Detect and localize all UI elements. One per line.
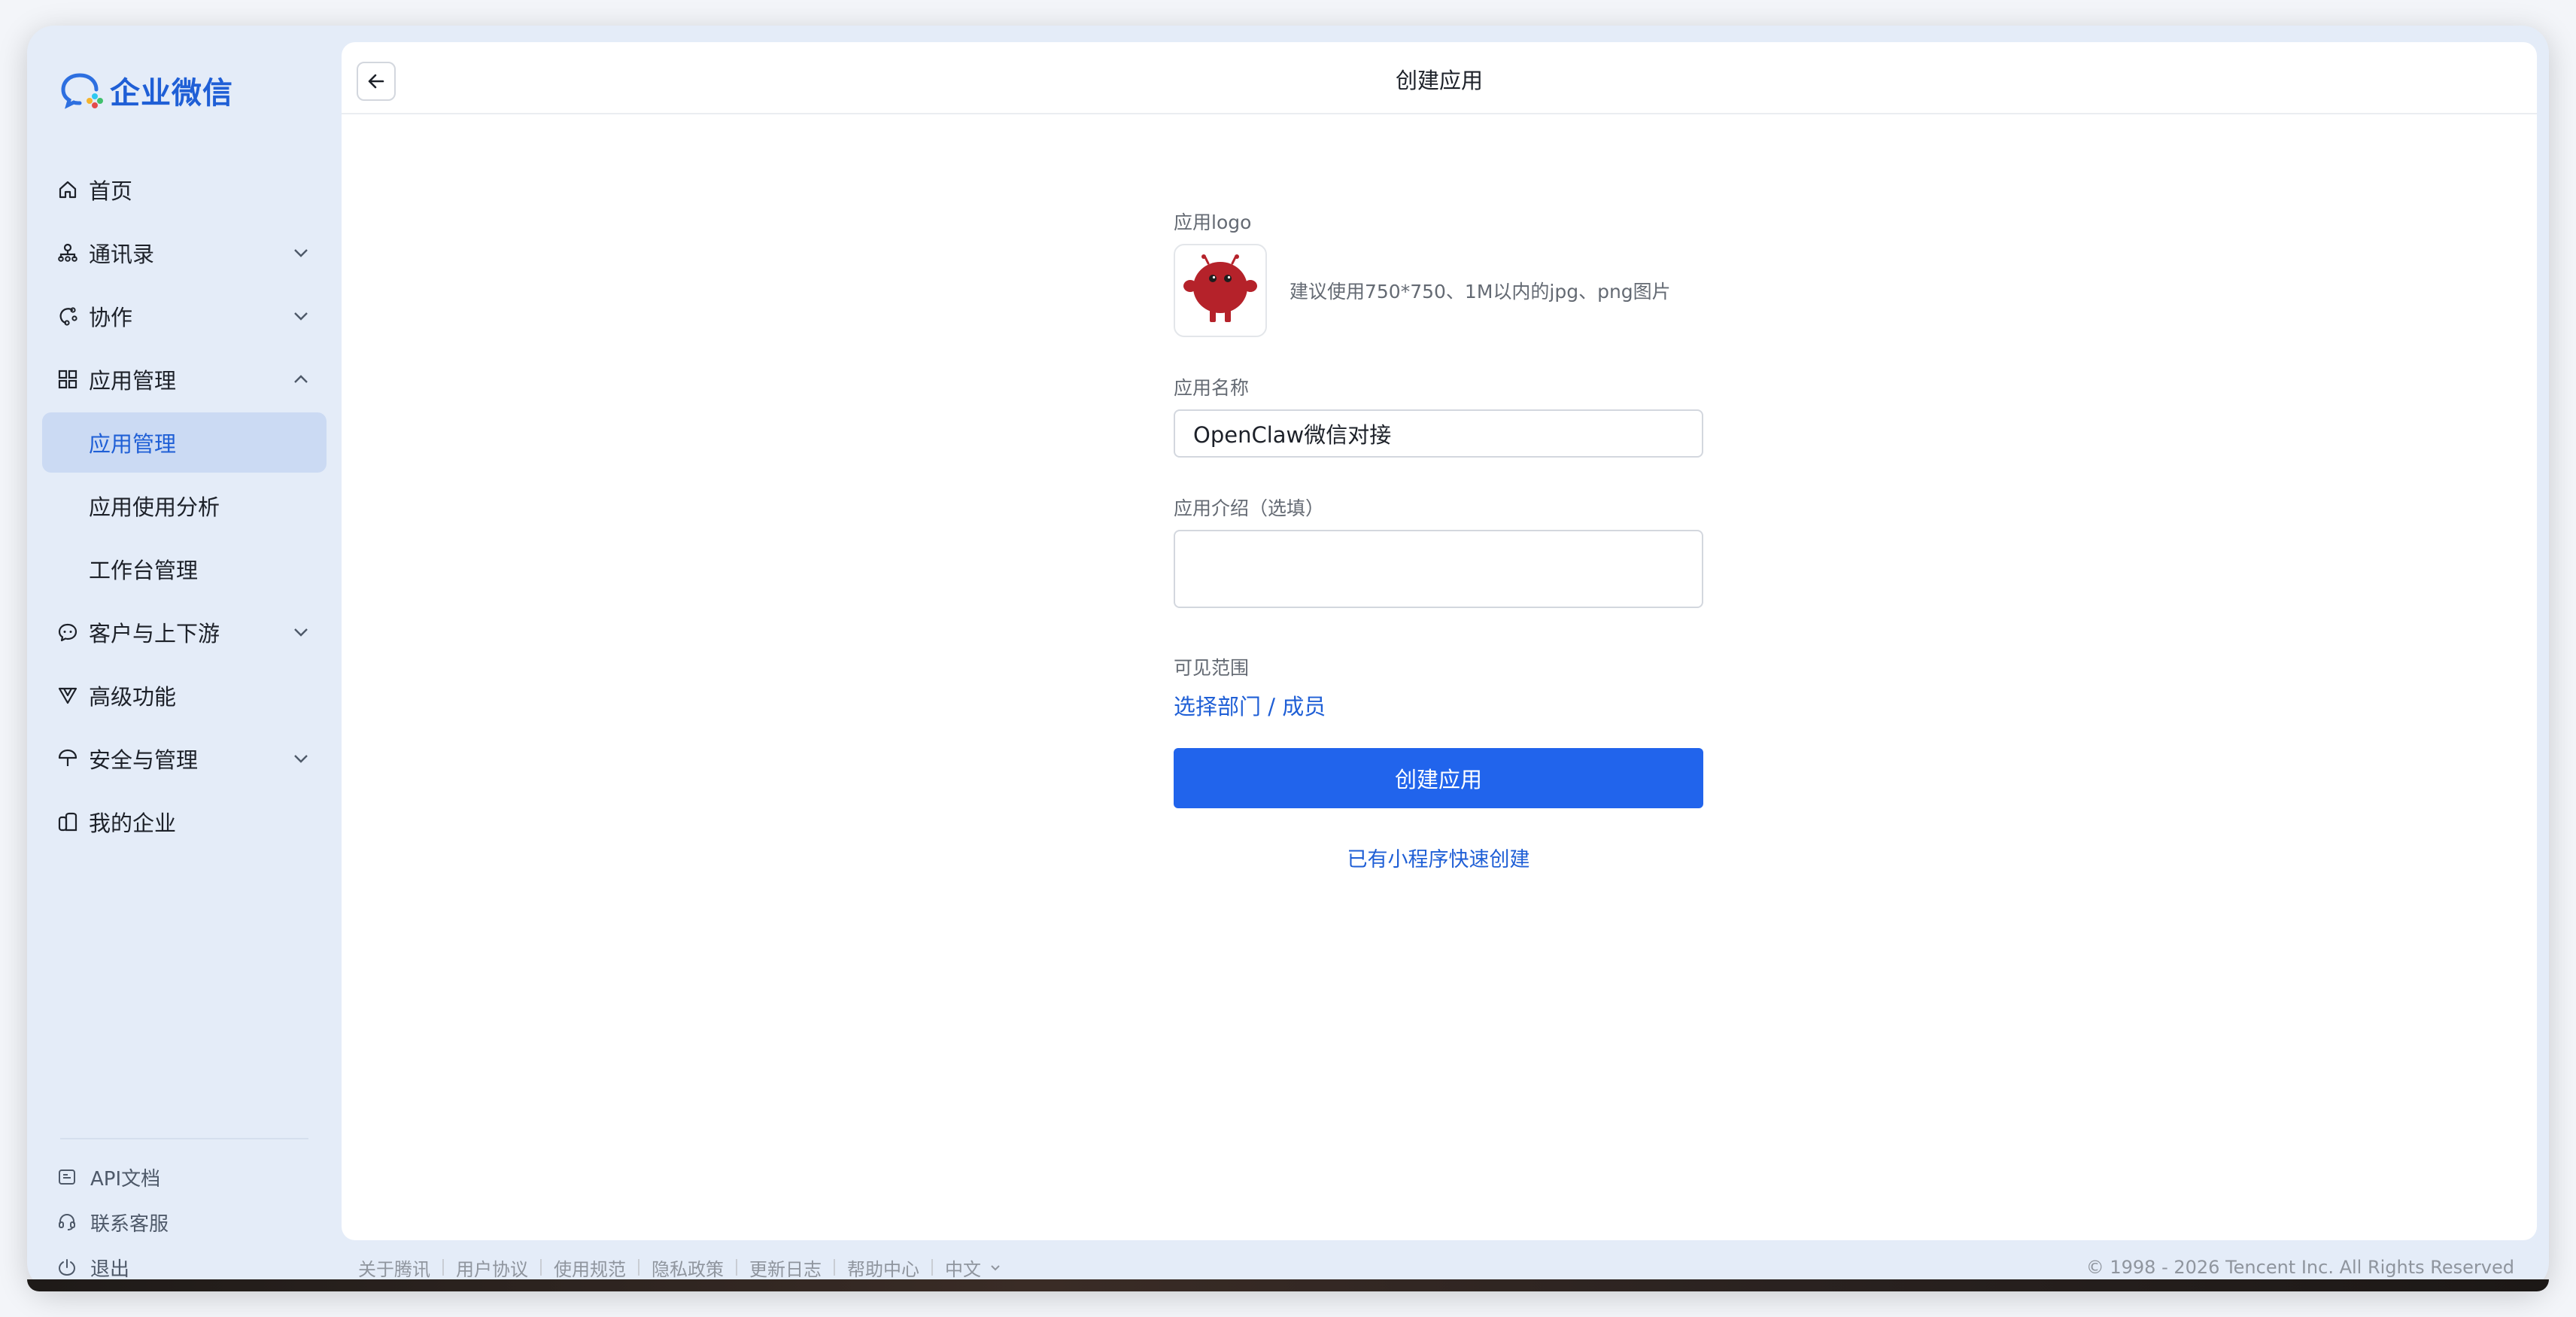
main-panel: 创建应用 应用logo 建议使用750*750、1M以内的jpg、png图片 应… [342, 42, 2537, 1240]
footer-link-user-agreement[interactable]: 用户协议 [456, 1255, 528, 1281]
org-chart-icon [58, 243, 77, 262]
sidebar-subitem-app-usage-analysis[interactable]: 应用使用分析 [42, 476, 327, 536]
contact-support-label: 联系客服 [90, 1212, 169, 1236]
intro-field-label: 应用介绍（选填） [1174, 497, 1325, 519]
footer-link-about[interactable]: 关于腾讯 [358, 1255, 430, 1281]
footer-link-help-center[interactable]: 帮助中心 [847, 1255, 919, 1281]
quick-create-from-miniprogram-link[interactable]: 已有小程序快速创建 [1174, 843, 1703, 872]
chat-bubble-icon [58, 623, 77, 642]
create-app-button[interactable]: 创建应用 [1174, 748, 1703, 808]
sidebar-item-contacts[interactable]: 通讯录 [42, 223, 327, 283]
chevron-down-icon [294, 755, 308, 763]
sidebar-footer: API文档 联系客服 退出 [57, 1154, 313, 1290]
footer-separator [834, 1259, 835, 1276]
page-header: 创建应用 [342, 42, 2537, 114]
sidebar-item-advanced[interactable]: 高级功能 [42, 665, 327, 725]
footer-separator [638, 1259, 639, 1276]
umbrella-icon [58, 749, 77, 766]
sidebar-item-label: 我的企业 [89, 811, 177, 836]
footer-link-usage-policy[interactable]: 使用规范 [554, 1255, 626, 1281]
headset-icon [59, 1213, 75, 1230]
chevron-down-icon [991, 1265, 1000, 1271]
sidebar-item-label: 首页 [89, 178, 133, 204]
sidebar-item-label: 通讯录 [89, 242, 155, 267]
api-docs-link[interactable]: API文档 [57, 1154, 313, 1200]
apps-grid-icon [58, 370, 77, 389]
brand-name: 企业微信 [110, 76, 233, 111]
chevron-up-icon [294, 375, 308, 383]
footer-link-privacy[interactable]: 隐私政策 [652, 1255, 724, 1281]
app-name-input[interactable]: OpenClaw微信对接 [1174, 409, 1703, 458]
create-app-form: 应用logo 建议使用750*750、1M以内的jpg、png图片 应用名称 O… [1174, 208, 1703, 872]
sidebar-item-label: 应用使用分析 [89, 494, 220, 520]
logo-row: 建议使用750*750、1M以内的jpg、png图片 [1174, 244, 1703, 337]
sidebar-subitem-workbench-management[interactable]: 工作台管理 [42, 539, 327, 599]
logout-label: 退出 [90, 1258, 130, 1281]
visibility-field-label: 可见范围 [1174, 657, 1250, 679]
contact-support-link[interactable]: 联系客服 [57, 1200, 313, 1245]
collaboration-icon [59, 307, 77, 326]
app-window: 企业微信 首页 通讯录 协作 应用管理 应用管理 应用使用分析 工作台管理 客户… [27, 26, 2549, 1290]
building-icon [58, 812, 77, 832]
app-logo-upload[interactable] [1174, 244, 1267, 337]
sidebar-item-label: 应用管理 [89, 431, 177, 457]
footer-separator [540, 1259, 542, 1276]
sidebar: 企业微信 首页 通讯录 协作 应用管理 应用管理 应用使用分析 工作台管理 客户… [27, 26, 342, 1290]
footer-separator [442, 1259, 444, 1276]
footer-link-changelog[interactable]: 更新日志 [749, 1255, 822, 1281]
page-title: 创建应用 [1395, 68, 1483, 93]
document-icon [59, 1169, 75, 1185]
brand-logo[interactable]: 企业微信 [59, 68, 233, 113]
footer-links: 关于腾讯 用户协议 使用规范 隐私政策 更新日志 帮助中心 中文 [358, 1255, 1002, 1281]
sidebar-item-home[interactable]: 首页 [42, 160, 327, 220]
language-selector[interactable]: 中文 [945, 1255, 1002, 1281]
logo-hint: 建议使用750*750、1M以内的jpg、png图片 [1290, 281, 1671, 303]
footer-separator [931, 1259, 933, 1276]
sidebar-divider [60, 1138, 308, 1139]
wecom-logo-icon [61, 73, 103, 109]
logo-field-label: 应用logo [1174, 211, 1252, 233]
sidebar-item-collaboration[interactable]: 协作 [42, 286, 327, 346]
sidebar-nav: 首页 通讯录 协作 应用管理 应用管理 应用使用分析 工作台管理 客户与上下游 … [42, 160, 327, 855]
api-docs-label: API文档 [90, 1167, 161, 1191]
chevron-down-icon [294, 628, 308, 637]
sidebar-item-customers[interactable]: 客户与上下游 [42, 602, 327, 662]
desktop-background-strip [27, 1279, 2549, 1291]
sidebar-item-label: 工作台管理 [89, 558, 199, 583]
chevron-down-icon [294, 312, 308, 321]
sidebar-item-label: 应用管理 [89, 368, 177, 394]
name-field-label: 应用名称 [1174, 377, 1250, 399]
power-icon [58, 1259, 76, 1276]
sidebar-item-label: 协作 [89, 305, 133, 330]
sidebar-item-label: 客户与上下游 [89, 621, 220, 646]
sidebar-item-app-management[interactable]: 应用管理 [42, 349, 327, 409]
select-departments-members-link[interactable]: 选择部门 / 成员 [1174, 689, 1326, 721]
sidebar-item-label: 安全与管理 [89, 747, 199, 773]
sidebar-item-my-enterprise[interactable]: 我的企业 [42, 792, 327, 852]
language-label: 中文 [945, 1258, 981, 1280]
chevron-down-icon [294, 249, 308, 257]
advanced-icon [58, 687, 77, 704]
sidebar-subitem-app-management[interactable]: 应用管理 [42, 412, 327, 473]
sidebar-item-security[interactable]: 安全与管理 [42, 728, 327, 789]
footer-separator [736, 1259, 737, 1276]
app-logo-mascot-icon [1183, 254, 1257, 322]
copyright-text: © 1998 - 2026 Tencent Inc. All Rights Re… [2085, 1257, 2514, 1278]
home-icon [59, 181, 77, 199]
sidebar-item-label: 高级功能 [89, 684, 177, 710]
app-intro-textarea[interactable] [1174, 530, 1703, 608]
